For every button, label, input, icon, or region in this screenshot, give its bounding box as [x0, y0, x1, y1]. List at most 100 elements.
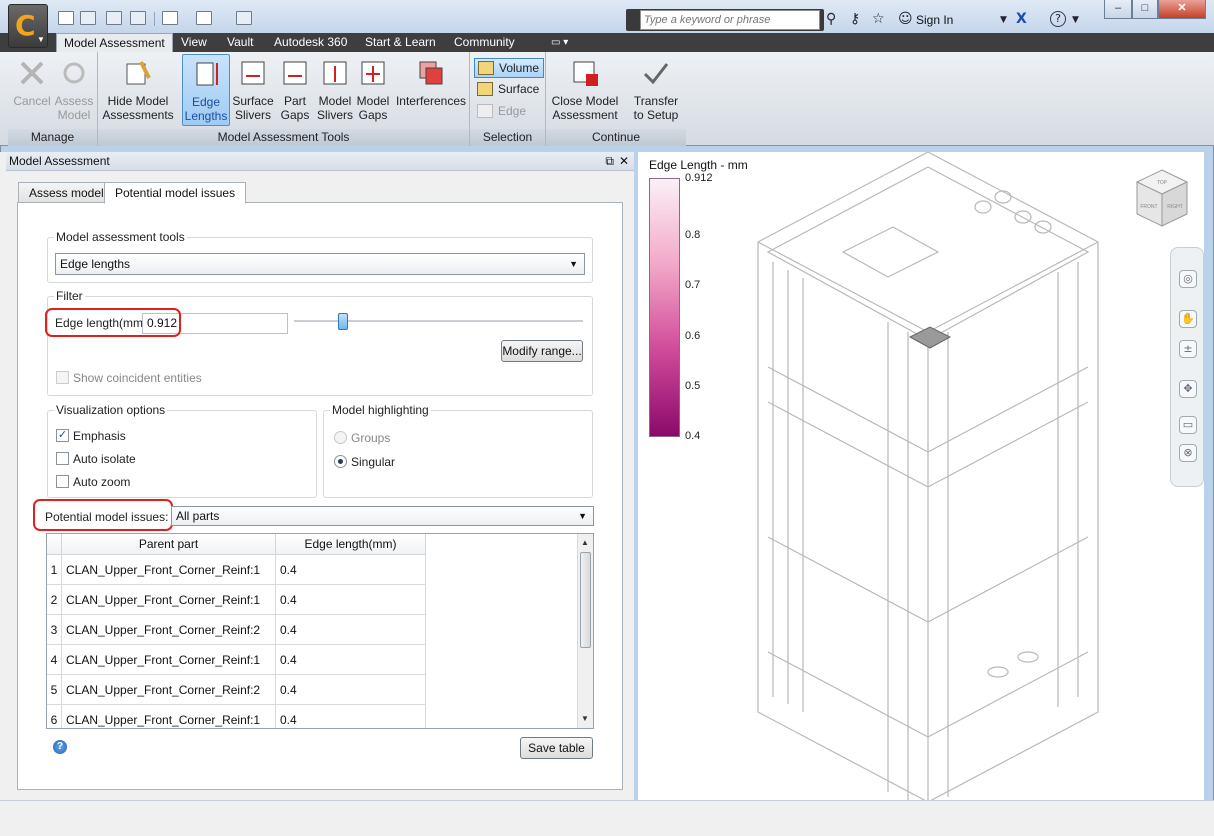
- tab-vault[interactable]: Vault: [220, 33, 260, 52]
- scrollbar-thumb[interactable]: [580, 552, 591, 648]
- volume-selection-button[interactable]: Volume: [474, 58, 544, 78]
- row-number: 2: [47, 585, 62, 615]
- table-row[interactable]: 2 CLAN_Upper_Front_Corner_Reinf:1 0.4: [47, 585, 427, 615]
- key-icon[interactable]: ⚷: [850, 11, 860, 27]
- cube-icon[interactable]: [196, 11, 212, 25]
- legend-tick: 0.6: [685, 330, 701, 342]
- parent-part-header[interactable]: Parent part: [62, 534, 276, 555]
- tab-autodesk-360[interactable]: Autodesk 360: [267, 33, 354, 52]
- tab-potential-model-issues[interactable]: Potential model issues: [104, 182, 247, 204]
- scroll-down-icon[interactable]: ▼: [581, 714, 589, 723]
- steering-wheel-icon[interactable]: ◎: [1179, 270, 1197, 288]
- model-gaps-button[interactable]: Model Gaps: [354, 54, 392, 126]
- cancel-button[interactable]: Cancel: [12, 54, 52, 126]
- legend-tick: 0.4: [685, 430, 701, 442]
- maximize-button[interactable]: □: [1132, 0, 1158, 19]
- undock-icon[interactable]: ⧉: [605, 152, 614, 171]
- title-bar: [0, 0, 1214, 33]
- model-slivers-icon: [323, 61, 347, 85]
- help-icon[interactable]: ?: [1050, 11, 1066, 27]
- binoculars-icon[interactable]: ⚲: [826, 11, 836, 27]
- save-table-button[interactable]: Save table: [520, 737, 593, 759]
- pan-hand-icon[interactable]: ✋: [1179, 310, 1197, 328]
- viewcube-front-label[interactable]: FRONT: [1140, 204, 1157, 210]
- viewcube-right-label[interactable]: RIGHT: [1167, 204, 1183, 210]
- parent-part-cell: CLAN_Upper_Front_Corner_Reinf:2: [62, 615, 276, 645]
- table-scrollbar[interactable]: ▲ ▼: [577, 534, 593, 728]
- refresh-icon: [63, 62, 85, 84]
- auto-isolate-label: Auto isolate: [73, 452, 136, 466]
- tab-assess-model[interactable]: Assess model: [18, 182, 115, 203]
- tab-community[interactable]: Community: [447, 33, 522, 52]
- row-number: 5: [47, 675, 62, 705]
- edge-length-header[interactable]: Edge length(mm): [276, 534, 426, 555]
- chevron-down-icon: ▼: [37, 35, 45, 44]
- panel-title: Model Assessment: [9, 154, 110, 168]
- tab-model-assessment[interactable]: Model Assessment: [56, 33, 173, 52]
- singular-radio[interactable]: [334, 455, 347, 468]
- properties-icon[interactable]: [236, 11, 252, 25]
- surface-selection-button[interactable]: Surface: [474, 80, 544, 100]
- tab-start-learn[interactable]: Start & Learn: [358, 33, 443, 52]
- select-icon[interactable]: [162, 11, 178, 25]
- orbit-icon[interactable]: ✥: [1179, 380, 1197, 398]
- sign-in-link[interactable]: Sign In: [916, 13, 953, 27]
- auto-isolate-checkbox[interactable]: [56, 452, 69, 465]
- edge-selection-button[interactable]: Edge: [474, 102, 544, 122]
- checkmark-icon: [643, 63, 669, 85]
- part-gaps-button[interactable]: Part Gaps: [276, 54, 314, 126]
- modify-range-button[interactable]: Modify range...: [501, 340, 583, 362]
- assess-model-button[interactable]: Assess Model: [54, 54, 94, 126]
- viewcube-top-label[interactable]: TOP: [1157, 180, 1168, 186]
- help-icon[interactable]: ?: [53, 740, 67, 754]
- table-row[interactable]: 5 CLAN_Upper_Front_Corner_Reinf:2 0.4: [47, 675, 427, 705]
- ribbon-options-icon[interactable]: ▭ ▾: [544, 33, 575, 52]
- minimize-button[interactable]: –: [1104, 0, 1132, 19]
- table-row[interactable]: 1 CLAN_Upper_Front_Corner_Reinf:1 0.4: [47, 555, 427, 585]
- favorites-star-icon[interactable]: ☆: [872, 11, 885, 27]
- surface-slivers-button[interactable]: Surface Slivers: [232, 54, 274, 126]
- assessment-tool-select[interactable]: Edge lengths ▼: [55, 253, 585, 275]
- hide-model-assessments-button[interactable]: Hide Model Assessments: [100, 54, 176, 126]
- chevron-down-icon[interactable]: ▼: [1072, 15, 1079, 25]
- interferences-icon: [419, 61, 443, 85]
- exchange-apps-icon[interactable]: X: [1016, 11, 1027, 27]
- continue-panel: Close Model Assessment Transfer to Setup C…: [546, 52, 686, 146]
- parts-filter-select[interactable]: All parts ▼: [171, 506, 594, 526]
- close-icon[interactable]: ✕: [619, 152, 629, 171]
- groups-radio[interactable]: [334, 431, 347, 444]
- zoom-icon[interactable]: ±: [1179, 340, 1197, 358]
- tab-view[interactable]: View: [174, 33, 214, 52]
- save-as-icon[interactable]: [130, 11, 146, 25]
- edge-lengths-button[interactable]: Edge Lengths: [182, 54, 230, 126]
- open-file-icon[interactable]: [80, 11, 96, 25]
- emphasis-checkbox[interactable]: ✓: [56, 429, 69, 442]
- application-menu-button[interactable]: C ▼: [8, 4, 48, 48]
- new-file-icon[interactable]: [58, 11, 74, 25]
- table-row[interactable]: 6 CLAN_Upper_Front_Corner_Reinf:1 0.4: [47, 705, 427, 728]
- scroll-up-icon[interactable]: ▲: [581, 538, 589, 547]
- transfer-to-setup-button[interactable]: Transfer to Setup: [628, 54, 684, 126]
- 3d-viewport[interactable]: [638, 152, 1204, 800]
- table-row[interactable]: 3 CLAN_Upper_Front_Corner_Reinf:2 0.4: [47, 615, 427, 645]
- panel-header: Model Assessment ⧉ ✕: [6, 152, 634, 171]
- legend-tick: 0.912: [685, 172, 713, 184]
- close-model-assessment-button[interactable]: Close Model Assessment: [548, 54, 622, 126]
- close-window-button[interactable]: ✕: [1158, 0, 1206, 19]
- save-icon[interactable]: [106, 11, 122, 25]
- table-row[interactable]: 4 CLAN_Upper_Front_Corner_Reinf:1 0.4: [47, 645, 427, 675]
- chevron-down-icon: ▼: [569, 259, 578, 269]
- row-number: 4: [47, 645, 62, 675]
- interferences-button[interactable]: Interferences: [394, 54, 468, 126]
- viewcube[interactable]: TOP FRONT RIGHT: [1133, 166, 1191, 230]
- parent-part-cell: CLAN_Upper_Front_Corner_Reinf:2: [62, 675, 276, 705]
- close-navigation-icon[interactable]: ⊗: [1179, 444, 1197, 462]
- show-coincident-checkbox[interactable]: [56, 371, 69, 384]
- chevron-down-icon[interactable]: ▼: [1000, 15, 1007, 25]
- search-input[interactable]: [640, 10, 820, 30]
- look-at-icon[interactable]: ▭: [1179, 416, 1197, 434]
- model-slivers-button[interactable]: Model Slivers: [316, 54, 354, 126]
- navigation-bar: ◎ ✋ ± ✥ ▭ ⊗: [1170, 247, 1204, 487]
- edge-length-slider-thumb[interactable]: [338, 313, 349, 330]
- auto-zoom-checkbox[interactable]: [56, 475, 69, 488]
